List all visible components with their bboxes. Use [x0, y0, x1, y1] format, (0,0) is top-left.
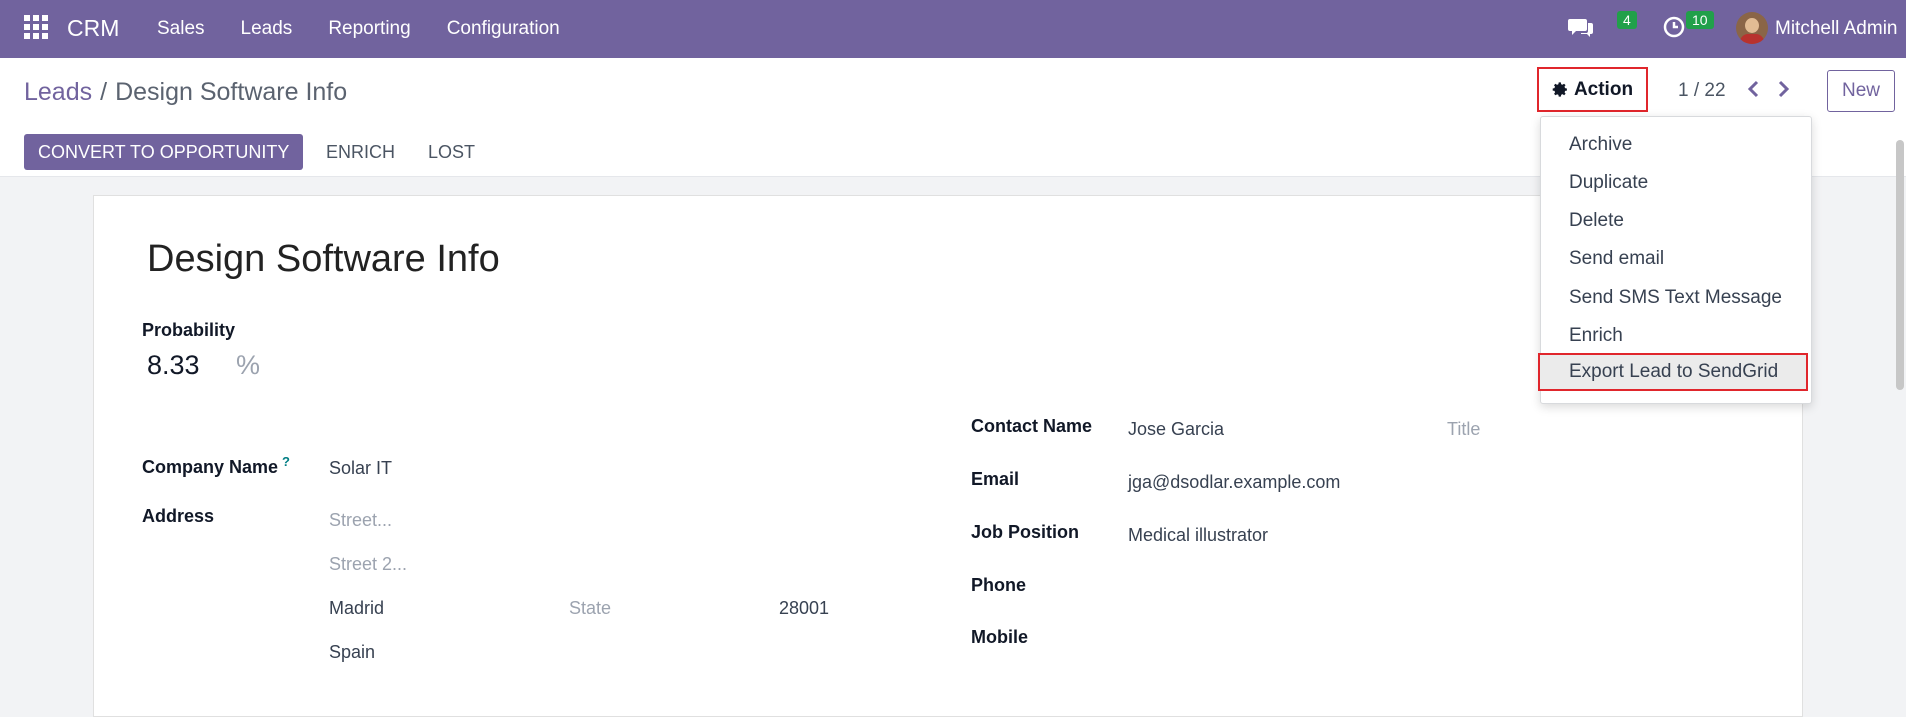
- breadcrumb-leads[interactable]: Leads: [24, 78, 92, 106]
- chat-icon[interactable]: [1568, 16, 1594, 38]
- email-field[interactable]: jga@dsodlar.example.com: [1128, 472, 1340, 493]
- menu-item-enrich[interactable]: Enrich: [1569, 325, 1623, 347]
- menu-item-delete[interactable]: Delete: [1569, 210, 1624, 232]
- menu-item-send-email[interactable]: Send email: [1569, 248, 1664, 270]
- job-position-field[interactable]: Medical illustrator: [1128, 525, 1268, 546]
- menu-item-archive[interactable]: Archive: [1569, 134, 1632, 156]
- menu-configuration[interactable]: Configuration: [447, 18, 560, 40]
- convert-to-opportunity-button[interactable]: CONVERT TO OPPORTUNITY: [24, 134, 304, 170]
- main-menu: Sales Leads Reporting Configuration: [157, 18, 596, 40]
- menu-sales[interactable]: Sales: [157, 18, 205, 40]
- breadcrumb: Leads / Design Software Info: [24, 78, 347, 107]
- activity-badge: 10: [1686, 11, 1714, 29]
- street2-field[interactable]: Street 2...: [329, 554, 407, 575]
- page-scrollbar[interactable]: [1896, 140, 1904, 390]
- menu-item-export-sendgrid[interactable]: Export Lead to SendGrid: [1538, 353, 1808, 391]
- enrich-button[interactable]: ENRICH: [326, 142, 395, 163]
- country-field[interactable]: Spain: [329, 642, 375, 663]
- probability-unit: %: [236, 350, 261, 380]
- menu-item-duplicate[interactable]: Duplicate: [1569, 172, 1648, 194]
- menu-item-send-sms[interactable]: Send SMS Text Message: [1569, 287, 1782, 309]
- top-navbar: CRM Sales Leads Reporting Configuration: [0, 0, 1906, 58]
- lost-button[interactable]: LOST: [428, 142, 475, 163]
- company-name-label: Company Name?: [142, 454, 290, 477]
- city-field[interactable]: Madrid: [329, 598, 384, 619]
- activity-clock-icon[interactable]: [1663, 16, 1685, 38]
- user-avatar[interactable]: [1736, 12, 1768, 44]
- pager-value[interactable]: 1 / 22: [1678, 80, 1726, 102]
- action-dropdown-menu: Archive Duplicate Delete Send email Send…: [1538, 116, 1812, 404]
- user-name[interactable]: Mitchell Admin: [1775, 18, 1898, 40]
- gear-icon: [1552, 82, 1567, 97]
- zip-field[interactable]: 28001: [779, 598, 829, 619]
- probability-label: Probability: [142, 320, 236, 340]
- email-label: Email: [971, 469, 1020, 489]
- contact-name-field[interactable]: Jose Garcia: [1128, 419, 1224, 440]
- menu-reporting[interactable]: Reporting: [328, 18, 410, 40]
- action-label: Action: [1573, 78, 1634, 100]
- help-icon[interactable]: ?: [282, 454, 290, 469]
- breadcrumb-current: Design Software Info: [115, 78, 348, 106]
- new-button[interactable]: New: [1827, 70, 1895, 112]
- lead-title[interactable]: Design Software Info: [147, 238, 500, 281]
- company-name-field[interactable]: Solar IT: [329, 458, 392, 479]
- menu-leads[interactable]: Leads: [241, 18, 293, 40]
- pager-next-icon[interactable]: [1777, 80, 1791, 98]
- phone-label: Phone: [971, 575, 1027, 595]
- state-field[interactable]: State: [569, 598, 611, 619]
- job-position-label: Job Position: [971, 522, 1079, 542]
- contact-name-label: Contact Name: [971, 416, 1093, 436]
- action-button[interactable]: Action: [1537, 67, 1648, 112]
- probability-value[interactable]: 8.33: [147, 350, 200, 381]
- chat-badge: 4: [1617, 11, 1637, 29]
- apps-menu-icon[interactable]: [24, 15, 48, 39]
- street-field[interactable]: Street...: [329, 510, 392, 531]
- address-label: Address: [142, 506, 215, 526]
- breadcrumb-separator: /: [100, 78, 108, 106]
- contact-title-field[interactable]: Title: [1447, 419, 1480, 440]
- app-brand[interactable]: CRM: [67, 15, 119, 42]
- pager-previous-icon[interactable]: [1746, 80, 1760, 98]
- mobile-label: Mobile: [971, 627, 1028, 647]
